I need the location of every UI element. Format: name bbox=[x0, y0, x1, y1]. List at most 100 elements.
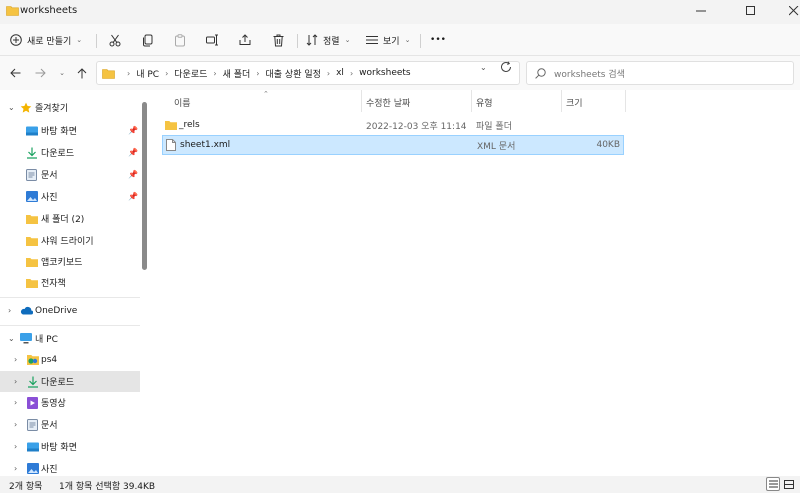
maximize-button[interactable] bbox=[728, 0, 774, 22]
sidebar-item-downloads[interactable]: › 다운로드 bbox=[0, 371, 140, 392]
sidebar-item-documents[interactable]: 문서 📌 bbox=[0, 164, 140, 185]
sidebar-item-onedrive[interactable]: › OneDrive bbox=[0, 300, 140, 321]
chevron-down-icon: ⌄ bbox=[76, 36, 83, 44]
breadcrumb-item[interactable]: 대출 상환 일정 bbox=[266, 67, 321, 80]
pin-icon[interactable]: 📌 bbox=[128, 148, 138, 157]
close-button[interactable] bbox=[771, 0, 800, 22]
breadcrumb-item[interactable]: worksheets bbox=[359, 68, 410, 78]
sidebar-item-pictures[interactable]: › 사진 bbox=[0, 458, 140, 476]
desktop-icon bbox=[27, 442, 39, 452]
column-divider[interactable] bbox=[361, 90, 362, 112]
paste-icon bbox=[175, 33, 185, 46]
sidebar-item-pictures[interactable]: 사진 📌 bbox=[0, 186, 140, 207]
delete-button[interactable] bbox=[267, 29, 289, 51]
sidebar-item-quick-access[interactable]: ⌄ 즐겨찾기 bbox=[0, 97, 140, 118]
chevron-right-icon[interactable]: › bbox=[14, 464, 17, 473]
sort-button-label: 정렬 bbox=[323, 36, 340, 47]
chevron-right-icon[interactable]: › bbox=[14, 398, 17, 407]
breadcrumb-separator: › bbox=[127, 68, 131, 78]
sidebar-item-label: 내 PC bbox=[35, 335, 58, 345]
column-header-type[interactable]: 유형 bbox=[476, 96, 493, 109]
sidebar-item-downloads[interactable]: 다운로드 📌 bbox=[0, 142, 140, 163]
scrollbar-thumb[interactable] bbox=[142, 102, 147, 270]
back-button[interactable] bbox=[6, 64, 24, 82]
sidebar-item-documents[interactable]: › 문서 bbox=[0, 414, 140, 435]
sidebar-item-folder[interactable]: 전자책 bbox=[0, 272, 140, 293]
forward-button[interactable] bbox=[31, 64, 49, 82]
new-button[interactable]: 새로 만들기 ⌄ bbox=[10, 29, 88, 51]
chevron-right-icon[interactable]: › bbox=[14, 355, 17, 364]
pin-icon[interactable]: 📌 bbox=[128, 192, 138, 201]
navigation-pane: ⌄ 즐겨찾기 바탕 화면 📌 다운로드 📌 문서 📌 사진 📌 새 폴더 (2)… bbox=[0, 90, 150, 476]
chevron-down-icon[interactable]: ⌄ bbox=[8, 334, 15, 343]
sidebar-item-desktop[interactable]: 바탕 화면 📌 bbox=[0, 120, 140, 141]
address-bar[interactable]: › 내 PC › 다운로드 › 새 폴더 › 대출 상환 일정 › xl › w… bbox=[96, 61, 520, 85]
arrow-right-icon bbox=[35, 68, 46, 78]
sidebar-item-this-pc[interactable]: ⌄ 내 PC bbox=[0, 328, 140, 349]
copy-button[interactable] bbox=[137, 29, 159, 51]
arrow-left-icon bbox=[9, 68, 20, 78]
pin-icon[interactable]: 📌 bbox=[128, 126, 138, 135]
more-options-button[interactable]: ••• bbox=[428, 29, 448, 51]
sort-button[interactable]: 정렬 ⌄ bbox=[306, 29, 354, 51]
tiles-view-icon bbox=[784, 479, 794, 489]
sidebar-item-videos[interactable]: › 동영상 bbox=[0, 392, 140, 413]
sidebar-item-label: 앱코키보드 bbox=[41, 258, 83, 268]
details-view-button[interactable] bbox=[766, 477, 780, 491]
recent-locations-button[interactable]: ⌄ bbox=[53, 64, 71, 82]
chevron-right-icon[interactable]: › bbox=[14, 420, 17, 429]
table-row[interactable]: _rels 2022-12-03 오후 11:14 파일 폴더 bbox=[162, 115, 624, 135]
breadcrumb-item[interactable]: 다운로드 bbox=[174, 67, 207, 80]
pin-icon[interactable]: 📌 bbox=[128, 170, 138, 179]
column-header-size[interactable]: 크기 bbox=[566, 96, 583, 109]
minimize-button[interactable] bbox=[678, 0, 724, 22]
address-history-button[interactable]: ⌄ bbox=[480, 63, 487, 72]
folder-icon bbox=[26, 214, 38, 224]
sort-icon bbox=[306, 34, 318, 46]
sidebar-item-folder[interactable]: 새 폴더 (2) bbox=[0, 208, 140, 229]
file-type: 파일 폴더 bbox=[476, 121, 512, 132]
view-button-label: 보기 bbox=[383, 36, 400, 47]
sidebar-item-ps4[interactable]: › ps4 bbox=[0, 349, 140, 370]
share-button[interactable] bbox=[234, 29, 256, 51]
sidebar-item-folder[interactable]: 앱코키보드 bbox=[0, 251, 140, 272]
file-date: 2022-12-03 오후 11:14 bbox=[366, 121, 467, 132]
up-button[interactable] bbox=[73, 64, 91, 82]
column-header-name[interactable]: 이름 bbox=[174, 96, 191, 109]
more-icon: ••• bbox=[430, 35, 446, 45]
toolbar-divider bbox=[420, 34, 421, 48]
breadcrumb-item[interactable]: 내 PC bbox=[136, 67, 159, 80]
paste-button[interactable] bbox=[169, 29, 191, 51]
search-input[interactable]: worksheets 검색 bbox=[526, 61, 794, 85]
rename-button[interactable] bbox=[201, 29, 223, 51]
breadcrumb-item[interactable]: 새 폴더 bbox=[223, 67, 251, 80]
tiles-view-button[interactable] bbox=[782, 477, 796, 491]
chevron-right-icon[interactable]: › bbox=[14, 377, 17, 386]
column-divider[interactable] bbox=[561, 90, 562, 112]
refresh-button[interactable] bbox=[500, 61, 512, 76]
table-row[interactable]: sheet1.xml XML 문서 40KB bbox=[162, 135, 624, 155]
sidebar-item-label: 사진 bbox=[41, 465, 58, 475]
breadcrumb-item[interactable]: xl bbox=[336, 68, 344, 78]
sidebar-item-desktop[interactable]: › 바탕 화면 bbox=[0, 436, 140, 457]
star-icon bbox=[20, 102, 32, 114]
cut-button[interactable] bbox=[104, 29, 126, 51]
view-button[interactable]: 보기 ⌄ bbox=[366, 29, 414, 51]
chevron-right-icon[interactable]: › bbox=[14, 442, 17, 451]
title-bar: worksheets bbox=[0, 0, 800, 22]
sidebar-item-label: 문서 bbox=[41, 171, 58, 181]
chevron-right-icon[interactable]: › bbox=[8, 306, 11, 315]
column-divider[interactable] bbox=[625, 90, 626, 112]
column-divider[interactable] bbox=[471, 90, 472, 112]
folder-icon bbox=[26, 257, 38, 267]
sidebar-item-label: 문서 bbox=[41, 421, 58, 431]
address-row: ⌄ › 내 PC › 다운로드 › 새 폴더 › 대출 상환 일정 › xl ›… bbox=[0, 56, 800, 90]
column-header-date[interactable]: 수정한 날짜 bbox=[366, 96, 410, 109]
folder-icon bbox=[26, 236, 38, 246]
sidebar-item-label: 즐겨찾기 bbox=[35, 104, 69, 114]
chevron-down-icon[interactable]: ⌄ bbox=[8, 103, 15, 112]
sidebar-item-label: 동영상 bbox=[41, 399, 66, 409]
sidebar-item-folder[interactable]: 샤워 드라이기 bbox=[0, 230, 140, 251]
sort-ascending-icon: ⌃ bbox=[263, 90, 269, 98]
breadcrumb-separator: › bbox=[349, 68, 354, 78]
